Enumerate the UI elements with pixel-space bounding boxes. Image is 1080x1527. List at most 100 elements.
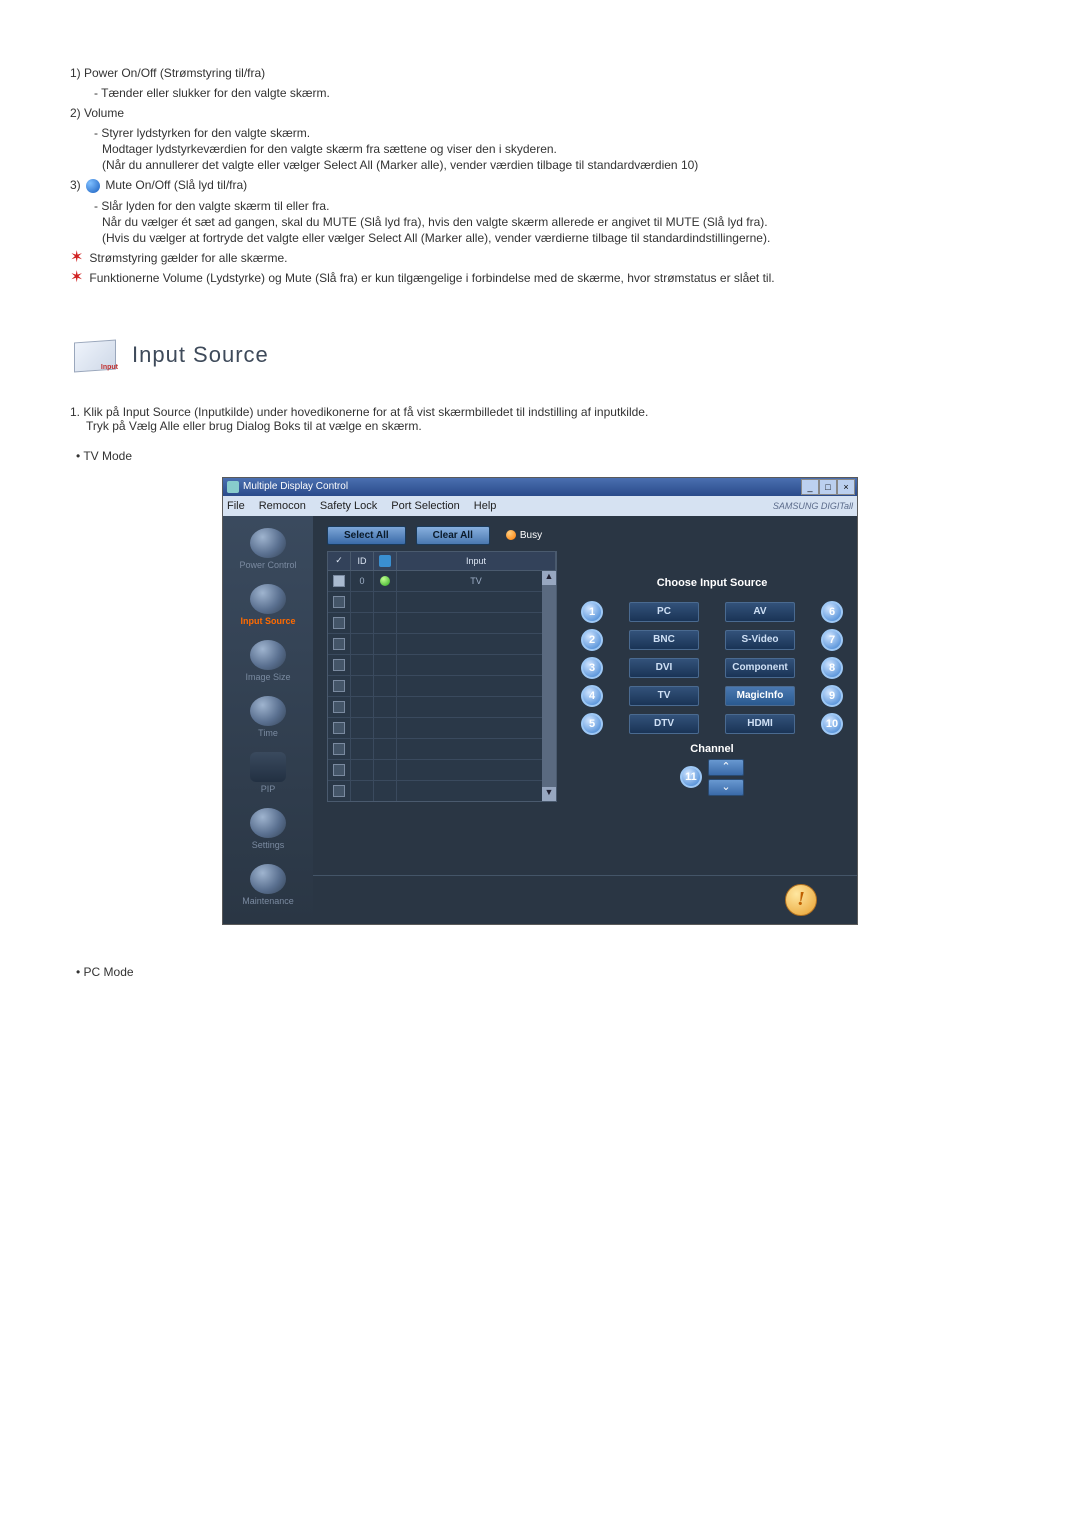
mute-icon xyxy=(86,179,100,193)
row-checkbox[interactable] xyxy=(333,680,345,692)
row-checkbox[interactable] xyxy=(333,617,345,629)
input-svideo-button[interactable]: S-Video xyxy=(725,630,795,650)
table-row[interactable] xyxy=(328,613,556,634)
busy-led-icon xyxy=(506,530,516,540)
input-tv-button[interactable]: TV xyxy=(629,686,699,706)
row-checkbox[interactable] xyxy=(333,575,345,587)
star-note-1: Strømstyring gælder for alle skærme. xyxy=(89,251,287,265)
row-checkbox[interactable] xyxy=(333,722,345,734)
table-row[interactable] xyxy=(328,718,556,739)
badge-5: 5 xyxy=(581,713,603,735)
item-mute-sub2: Når du vælger ét sæt ad gangen, skal du … xyxy=(70,215,1010,229)
sidebar-item-time[interactable]: Time xyxy=(223,692,313,748)
scroll-up-icon[interactable]: ▲ xyxy=(542,571,556,585)
grid-scrollbar[interactable]: ▲ ▼ xyxy=(542,571,556,801)
badge-1: 1 xyxy=(581,601,603,623)
sidebar-label-power: Power Control xyxy=(239,560,296,570)
input-magicinfo-button[interactable]: MagicInfo xyxy=(725,686,795,706)
row-checkbox[interactable] xyxy=(333,638,345,650)
sidebar-item-image-size[interactable]: Image Size xyxy=(223,636,313,692)
status-header-icon xyxy=(379,555,391,567)
grid-header-check[interactable]: ✓ xyxy=(328,552,351,570)
sidebar-label-pip: PIP xyxy=(261,784,276,794)
sidebar-label-input: Input Source xyxy=(240,616,295,626)
item-mute-prefix: 3) xyxy=(70,178,81,192)
star-note-2: Funktionerne Volume (Lydstyrke) og Mute … xyxy=(89,271,774,285)
time-icon xyxy=(250,696,286,726)
app-icon xyxy=(227,481,239,493)
pip-icon xyxy=(250,752,286,782)
menu-file[interactable]: File xyxy=(227,500,245,512)
row-status-led-icon xyxy=(380,576,390,586)
input-bnc-button[interactable]: BNC xyxy=(629,630,699,650)
maintenance-icon xyxy=(250,864,286,894)
table-row[interactable] xyxy=(328,655,556,676)
maximize-button[interactable]: □ xyxy=(819,479,837,495)
sidebar-item-settings[interactable]: Settings xyxy=(223,804,313,860)
input-source-icon xyxy=(250,584,286,614)
scroll-down-icon[interactable]: ▼ xyxy=(542,787,556,801)
row-id: 0 xyxy=(351,571,374,591)
channel-up-button[interactable]: ⌃ xyxy=(708,759,744,776)
info-icon[interactable]: ! xyxy=(785,884,817,916)
table-row[interactable] xyxy=(328,739,556,760)
item-mute: 3) Mute On/Off (Slå lyd til/fra) xyxy=(70,178,1010,193)
close-button[interactable]: × xyxy=(837,479,855,495)
sidebar-item-maintenance[interactable]: Maintenance xyxy=(223,860,313,916)
busy-indicator: Busy xyxy=(506,530,542,541)
input-component-button[interactable]: Component xyxy=(725,658,795,678)
clear-all-button[interactable]: Clear All xyxy=(416,526,490,545)
input-dtv-button[interactable]: DTV xyxy=(629,714,699,734)
star-icon: ✶ xyxy=(70,271,83,285)
badge-3: 3 xyxy=(581,657,603,679)
badge-7: 7 xyxy=(821,629,843,651)
menubar: File Remocon Safety Lock Port Selection … xyxy=(223,496,857,516)
row-checkbox[interactable] xyxy=(333,764,345,776)
sidebar-item-input-source[interactable]: Input Source xyxy=(223,580,313,636)
table-row[interactable] xyxy=(328,676,556,697)
input-dvi-button[interactable]: DVI xyxy=(629,658,699,678)
table-row[interactable] xyxy=(328,634,556,655)
image-size-icon xyxy=(250,640,286,670)
badge-8: 8 xyxy=(821,657,843,679)
badge-11: 11 xyxy=(680,766,702,788)
select-all-button[interactable]: Select All xyxy=(327,526,406,545)
grid-header-status xyxy=(374,552,397,570)
badge-4: 4 xyxy=(581,685,603,707)
row-checkbox[interactable] xyxy=(333,701,345,713)
minimize-button[interactable]: _ xyxy=(801,479,819,495)
menu-safety-lock[interactable]: Safety Lock xyxy=(320,500,377,512)
item-mute-sub3: (Hvis du vælger at fortryde det valgte e… xyxy=(70,231,1010,245)
row-checkbox[interactable] xyxy=(333,659,345,671)
menu-port-selection[interactable]: Port Selection xyxy=(391,500,459,512)
sidebar-item-pip[interactable]: PIP xyxy=(223,748,313,804)
table-row[interactable]: 0 TV xyxy=(328,571,556,592)
menu-remocon[interactable]: Remocon xyxy=(259,500,306,512)
row-checkbox[interactable] xyxy=(333,596,345,608)
item-volume-sub2: Modtager lydstyrkeværdien for den valgte… xyxy=(70,142,1010,156)
table-row[interactable] xyxy=(328,592,556,613)
input-pc-button[interactable]: PC xyxy=(629,602,699,622)
section-title: Input Source xyxy=(132,342,269,368)
display-grid: ✓ ID Input 0 TV xyxy=(313,551,557,875)
table-row[interactable] xyxy=(328,697,556,718)
table-row[interactable] xyxy=(328,760,556,781)
input-av-button[interactable]: AV xyxy=(725,602,795,622)
table-row[interactable] xyxy=(328,781,556,802)
sidebar-label-image: Image Size xyxy=(245,672,290,682)
channel-label: Channel xyxy=(581,743,843,755)
brand-label: SAMSUNG DIGITall xyxy=(773,501,853,511)
sidebar-item-power-control[interactable]: Power Control xyxy=(223,524,313,580)
row-checkbox[interactable] xyxy=(333,785,345,797)
item-power-onoff: 1) Power On/Off (Strømstyring til/fra) xyxy=(70,66,1010,80)
item-volume-sub3: (Når du annullerer det valgte eller vælg… xyxy=(70,158,1010,172)
channel-down-button[interactable]: ⌄ xyxy=(708,779,744,796)
input-hdmi-button[interactable]: HDMI xyxy=(725,714,795,734)
sidebar-label-maint: Maintenance xyxy=(242,896,294,906)
row-checkbox[interactable] xyxy=(333,743,345,755)
badge-9: 9 xyxy=(821,685,843,707)
app-title: Multiple Display Control xyxy=(243,481,348,492)
menu-help[interactable]: Help xyxy=(474,500,497,512)
settings-icon xyxy=(250,808,286,838)
bottom-bar: ! xyxy=(313,875,857,924)
